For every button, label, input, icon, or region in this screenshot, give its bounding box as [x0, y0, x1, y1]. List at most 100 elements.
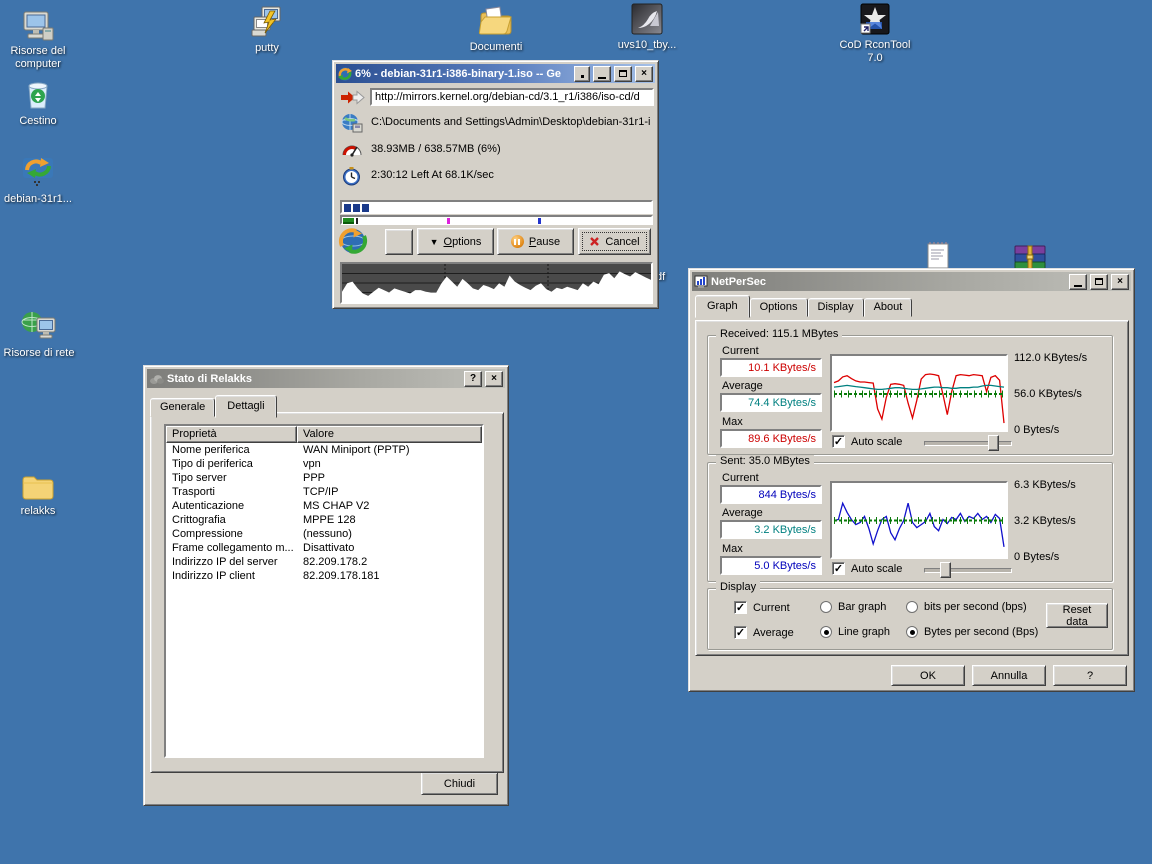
display-Bps[interactable]: Bytes per second (Bps)	[906, 626, 1038, 638]
minimize-button[interactable]	[593, 66, 611, 82]
pause-button[interactable]: Pause	[497, 228, 574, 255]
display-line-graph[interactable]: Line graph	[820, 626, 890, 638]
netpersec-app-icon	[694, 275, 708, 289]
reset-data-button[interactable]: Reset data	[1046, 603, 1108, 628]
sent-max-value: 5.0 KBytes/s	[720, 556, 822, 575]
putty-icon	[227, 5, 307, 39]
Bps-radio[interactable]	[906, 626, 918, 638]
received-autoscale[interactable]: Auto scale	[832, 435, 902, 448]
received-autoscale-checkbox[interactable]	[832, 435, 845, 448]
sent-autoscale[interactable]: Auto scale	[832, 562, 902, 575]
segment-marker-bar	[340, 215, 653, 225]
property-cell: Indirizzo IP client	[166, 569, 297, 583]
close-button[interactable]: ×	[635, 66, 653, 82]
desktop-icon-uvs10[interactable]: uvs10_tby...	[607, 2, 687, 52]
display-average[interactable]: Average	[734, 626, 794, 639]
property-cell: Nome periferica	[166, 443, 297, 457]
tab-display[interactable]: Display	[808, 298, 864, 317]
sent-scale-mid: 3.2 KBytes/s	[1014, 515, 1076, 527]
sent-group-label: Sent: 35.0 MBytes	[716, 455, 814, 467]
table-row[interactable]: TrasportiTCP/IP	[166, 485, 482, 499]
slider-thumb[interactable]	[988, 435, 999, 451]
my-computer-icon	[0, 8, 78, 42]
table-row[interactable]: CrittografiaMPPE 128	[166, 513, 482, 527]
desktop-icon-debian-download[interactable]: debian-31r1...	[0, 156, 78, 206]
help-button[interactable]: ?	[1053, 665, 1127, 686]
property-cell: Tipo di periferica	[166, 457, 297, 471]
close-button[interactable]: ×	[1111, 274, 1129, 290]
maximize-button[interactable]	[1090, 274, 1108, 290]
table-row[interactable]: Indirizzo IP del server82.209.178.2	[166, 555, 482, 569]
display-bar-graph[interactable]: Bar graph	[820, 601, 886, 613]
getright-titlebar[interactable]: 6% - debian-31r1-i386-binary-1.iso -- Ge…	[336, 64, 655, 83]
ok-button[interactable]: OK	[891, 665, 965, 686]
column-header-proprieta[interactable]: Proprietà	[166, 426, 297, 443]
property-cell: Frame collegamento m...	[166, 541, 297, 555]
maximize-button[interactable]	[614, 66, 632, 82]
display-bps[interactable]: bits per second (bps)	[906, 601, 1027, 613]
tray-button[interactable]	[574, 66, 590, 82]
cancel-button[interactable]: Cancel	[578, 228, 651, 255]
received-current-label: Current	[722, 345, 759, 357]
table-row[interactable]: Compressione(nessuno)	[166, 527, 482, 541]
chiudi-button[interactable]: Chiudi	[421, 772, 498, 795]
slider-thumb[interactable]	[940, 562, 951, 578]
desktop-icon-cod-rcontool[interactable]: CoD RconTool 7.0	[835, 2, 915, 65]
bar-graph-radio[interactable]	[820, 601, 832, 613]
close-button[interactable]: ×	[485, 371, 503, 387]
sent-autoscale-checkbox[interactable]	[832, 562, 845, 575]
size-progress-text: 38.93MB / 638.57MB (6%)	[371, 143, 501, 155]
table-row[interactable]: Indirizzo IP client82.209.178.181	[166, 569, 482, 583]
table-row[interactable]: Tipo di perifericavpn	[166, 457, 482, 471]
sent-current-label: Current	[722, 472, 759, 484]
save-path-text: C:\Documents and Settings\Admin\Desktop\…	[371, 116, 650, 128]
table-row[interactable]: Tipo serverPPP	[166, 471, 482, 485]
received-scale-slider[interactable]	[924, 435, 1012, 449]
desktop-icon-notepad-partial[interactable]	[898, 236, 978, 270]
table-row[interactable]: AutenticazioneMS CHAP V2	[166, 499, 482, 513]
received-group: Received: 115.1 MBytes Current 10.1 KByt…	[707, 335, 1113, 455]
tab-options[interactable]: Options	[750, 298, 808, 317]
help-button[interactable]: ?	[464, 371, 482, 387]
speed-history-graph	[340, 262, 653, 304]
column-header-valore[interactable]: Valore	[297, 426, 482, 443]
bps-radio[interactable]	[906, 601, 918, 613]
tab-dettagli[interactable]: Dettagli	[215, 395, 276, 418]
value-cell: Disattivato	[297, 541, 482, 555]
network-places-icon	[0, 310, 79, 344]
download-url-field[interactable]: http://mirrors.kernel.org/debian-cd/3.1_…	[370, 88, 654, 106]
annulla-button[interactable]: Annulla	[972, 665, 1046, 686]
pause-button-label: Pause	[529, 236, 560, 248]
desktop-icon-label: Risorse di rete	[0, 347, 79, 360]
desktop-icon-recycle-bin[interactable]: Cestino	[0, 78, 78, 128]
table-row[interactable]: Frame collegamento m...Disattivato	[166, 541, 482, 555]
blank-button[interactable]	[385, 229, 413, 255]
received-max-value: 89.6 KBytes/s	[720, 429, 822, 448]
minimize-button[interactable]	[1069, 274, 1087, 290]
relakks-titlebar[interactable]: Stato di Relakks ? ×	[147, 369, 505, 388]
desktop-icon-winrar-partial[interactable]	[990, 238, 1070, 272]
eta-text: 2:30:12 Left At 68.1K/sec	[371, 169, 494, 181]
options-button[interactable]: ▼ Options	[417, 228, 494, 255]
tab-about[interactable]: About	[864, 298, 913, 317]
desktop-icon-my-computer[interactable]: Risorse del computer	[0, 8, 78, 71]
desktop-icon-network-places[interactable]: Risorse di rete	[0, 310, 79, 360]
notepad-icon	[898, 236, 978, 270]
tab-generale[interactable]: Generale	[150, 398, 215, 417]
netpersec-titlebar[interactable]: NetPerSec ×	[692, 272, 1131, 291]
received-group-label: Received: 115.1 MBytes	[716, 328, 842, 340]
tab-graph[interactable]: Graph	[695, 295, 750, 318]
value-cell: vpn	[297, 457, 482, 471]
desktop-icon-documenti[interactable]: Documenti	[456, 4, 536, 54]
average-checkbox[interactable]	[734, 626, 747, 639]
desktop-icon-putty[interactable]: putty	[227, 5, 307, 55]
desktop-icon-relakks-folder[interactable]: relakks	[0, 468, 78, 518]
winrar-icon	[990, 238, 1070, 272]
table-row[interactable]: Nome perifericaWAN Miniport (PPTP)	[166, 443, 482, 457]
sent-scale-slider[interactable]	[924, 562, 1012, 576]
display-current[interactable]: Current	[734, 601, 790, 614]
line-graph-radio[interactable]	[820, 626, 832, 638]
current-checkbox[interactable]	[734, 601, 747, 614]
getright-app-icon	[338, 67, 352, 81]
properties-listview: Proprietà Valore Nome perifericaWAN Mini…	[164, 424, 484, 758]
